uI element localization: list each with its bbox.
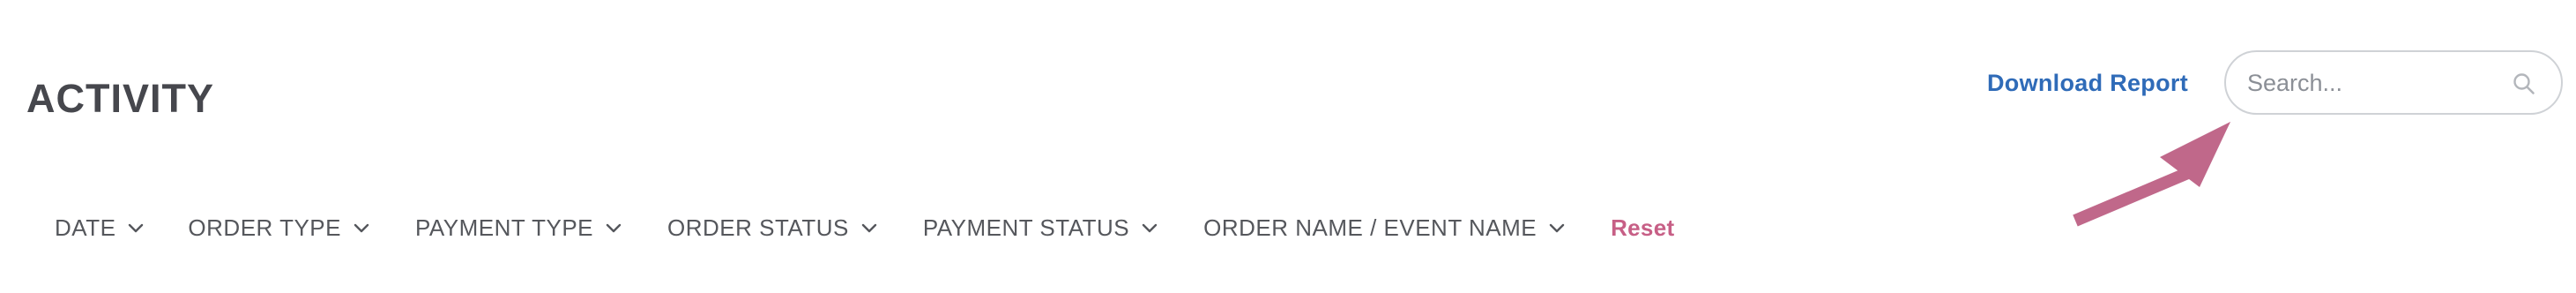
filter-label: DATE [55,214,116,241]
reset-link[interactable]: Reset [1611,214,1674,242]
search-input[interactable] [2247,64,2503,101]
chevron-down-icon [129,223,144,233]
filter-order-event-name[interactable]: ORDER NAME / EVENT NAME [1203,214,1565,242]
search-icon[interactable] [2512,71,2536,96]
search-box[interactable] [2224,50,2563,115]
arrow-annotation [2073,122,2230,227]
filter-payment-type[interactable]: PAYMENT TYPE [415,214,622,242]
chevron-down-icon [1549,223,1565,233]
chevron-down-icon [1142,223,1158,233]
filter-date[interactable]: DATE [55,214,144,242]
chevron-down-icon [861,223,877,233]
download-report-link[interactable]: Download Report [1987,65,2188,101]
filter-label: ORDER STATUS [667,214,849,241]
chevron-down-icon [606,223,622,233]
filter-order-type[interactable]: ORDER TYPE [188,214,369,242]
filter-payment-status[interactable]: PAYMENT STATUS [923,214,1158,242]
filter-label: ORDER TYPE [188,214,341,241]
filter-label: ORDER NAME / EVENT NAME [1203,214,1537,241]
chevron-down-icon [354,223,369,233]
page-title: ACTIVITY [26,76,215,121]
filter-label: PAYMENT STATUS [922,214,1130,241]
filter-bar: DATE ORDER TYPE PAYMENT TYPE ORDER STATU… [55,210,1674,245]
filter-order-status[interactable]: ORDER STATUS [667,214,877,242]
filter-label: PAYMENT TYPE [414,214,593,241]
